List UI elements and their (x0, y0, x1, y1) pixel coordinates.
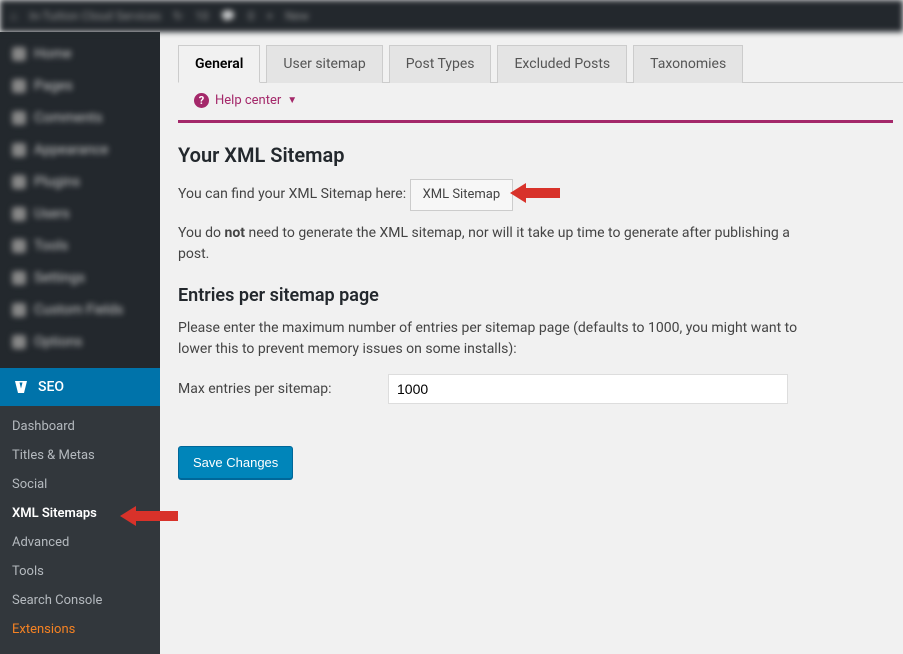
sidebar-subitem-social[interactable]: Social (0, 470, 160, 499)
sidebar-item-blurred[interactable]: Options (0, 326, 160, 358)
sidebar-item-seo[interactable]: SEO (0, 368, 160, 406)
sidebar-item-blurred[interactable]: Comments (0, 102, 160, 134)
sidebar-item-blurred[interactable]: Appearance (0, 134, 160, 166)
entries-description: Please enter the maximum number of entri… (178, 318, 798, 360)
help-center-label: Help center (215, 93, 281, 108)
tab-taxonomies[interactable]: Taxonomies (633, 45, 743, 83)
save-changes-button[interactable]: Save Changes (178, 446, 293, 479)
xml-sitemap-button[interactable]: XML Sitemap (410, 179, 514, 211)
tab-post-types[interactable]: Post Types (389, 45, 492, 83)
admin-topbar: ⌂ In-Tuition Cloud Services ↻10 💬0 +New (0, 0, 903, 32)
sidebar-item-label: SEO (38, 379, 64, 395)
sidebar-item-blurred[interactable]: Settings (0, 262, 160, 294)
tab-general[interactable]: General (178, 45, 260, 83)
sidebar-item-blurred[interactable]: Users (0, 198, 160, 230)
settings-tabs: GeneralUser sitemapPost TypesExcluded Po… (178, 44, 903, 83)
section-heading-entries: Entries per sitemap page (178, 285, 903, 306)
max-entries-input[interactable] (388, 374, 788, 404)
yoast-icon (12, 378, 30, 396)
sitemap-location-text: You can find your XML Sitemap here: XML … (178, 179, 798, 211)
sidebar-subitem-titles-metas[interactable]: Titles & Metas (0, 441, 160, 470)
main-content: GeneralUser sitemapPost TypesExcluded Po… (160, 32, 903, 646)
sidebar-subitem-dashboard[interactable]: Dashboard (0, 412, 160, 441)
chevron-down-icon: ▼ (287, 95, 297, 106)
section-heading-sitemap: Your XML Sitemap (178, 143, 903, 167)
help-icon: ? (194, 93, 209, 108)
sidebar-subitem-tools[interactable]: Tools (0, 557, 160, 586)
sidebar-item-blurred[interactable]: Custom Fields (0, 294, 160, 326)
sidebar-subitem-extensions[interactable]: Extensions (0, 615, 160, 644)
help-center-toggle[interactable]: ? Help center ▼ (178, 83, 893, 123)
sitemap-note-text: You do not need to generate the XML site… (178, 223, 798, 265)
max-entries-label: Max entries per sitemap: (178, 381, 368, 397)
sidebar-item-blurred[interactable]: Tools (0, 230, 160, 262)
admin-sidebar: HomePagesCommentsAppearancePluginsUsersT… (0, 32, 160, 646)
sidebar-subitem-advanced[interactable]: Advanced (0, 528, 160, 557)
tab-excluded-posts[interactable]: Excluded Posts (497, 45, 627, 83)
tab-user-sitemap[interactable]: User sitemap (266, 45, 382, 83)
sidebar-item-blurred[interactable]: Home (0, 38, 160, 70)
sidebar-item-blurred[interactable]: Pages (0, 70, 160, 102)
sidebar-item-blurred[interactable]: Plugins (0, 166, 160, 198)
sidebar-subitem-xml-sitemaps[interactable]: XML Sitemaps (0, 499, 160, 528)
sidebar-subitem-search-console[interactable]: Search Console (0, 586, 160, 615)
